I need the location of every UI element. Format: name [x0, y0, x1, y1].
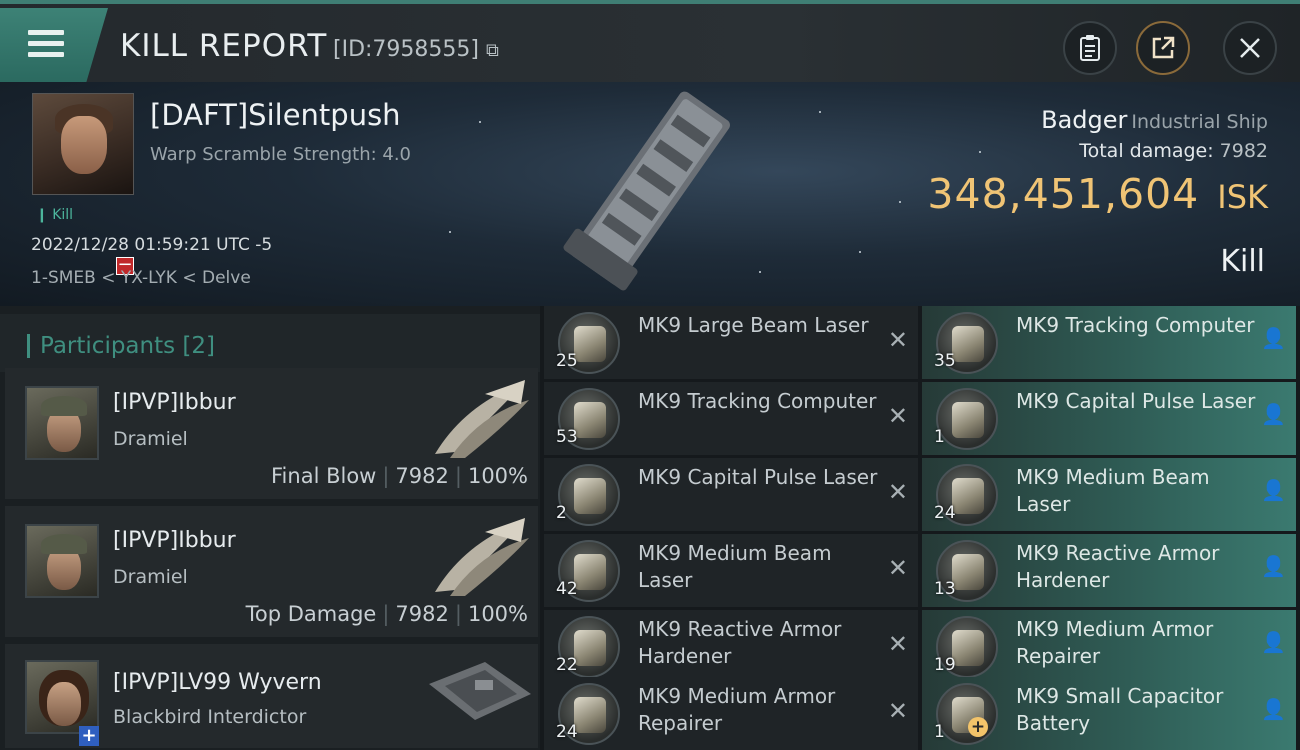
participant-name: [IPVP]LV99 Wyvern: [113, 670, 322, 695]
destroyed-item[interactable]: 24 MK9 Medium Armor Repairer ✕: [544, 677, 918, 750]
destroyed-x-icon: ✕: [887, 630, 908, 658]
kill-location[interactable]: 1-SMEB < YX-LYK < Delve: [31, 268, 251, 288]
participant-ship-image: [429, 662, 531, 720]
victim-ship-image[interactable]: [540, 86, 770, 301]
close-icon: [1240, 38, 1260, 58]
module-icon: [936, 683, 998, 745]
participants-header: Participants [2]: [0, 314, 540, 372]
participants-panel: Participants [2] [IPVP]Ibbur Dramiel Fin…: [0, 306, 540, 750]
item-name: MK9 Capital Pulse Laser: [638, 465, 878, 489]
item-quantity: 1: [934, 427, 945, 447]
person-icon: 👤: [1261, 554, 1286, 578]
item-quantity: 35: [934, 351, 956, 371]
destroyed-x-icon: ✕: [887, 326, 908, 354]
item-name: MK9 Reactive Armor Hardener: [1016, 541, 1220, 592]
dropped-item[interactable]: 1 MK9 Capital Pulse Laser 👤: [922, 382, 1296, 455]
dropped-item[interactable]: 24 MK9 Medium Beam Laser 👤: [922, 458, 1296, 531]
kill-result: Kill: [1220, 244, 1265, 279]
destroyed-item[interactable]: 42 MK9 Medium Beam Laser ✕: [544, 534, 918, 607]
item-name: MK9 Small Capacitor Battery: [1016, 684, 1224, 735]
item-quantity: 42: [556, 579, 578, 599]
dropped-item[interactable]: 13 MK9 Reactive Armor Hardener 👤: [922, 534, 1296, 607]
person-icon: 👤: [1261, 402, 1286, 426]
item-quantity: 24: [556, 722, 578, 742]
victim-ship-name[interactable]: Badger Industrial Ship: [1041, 106, 1268, 134]
participant-avatar[interactable]: [25, 660, 99, 734]
dropped-item[interactable]: + 1 MK9 Small Capacitor Battery 👤: [922, 677, 1296, 750]
item-name: MK9 Medium Armor Repairer: [638, 684, 836, 735]
participant-name: [IPVP]Ibbur: [113, 528, 236, 553]
destroyed-x-icon: ✕: [887, 478, 908, 506]
participant-ship: Blackbird Interdictor: [113, 706, 307, 728]
participant-ship: Dramiel: [113, 428, 188, 450]
destroyed-x-icon: ✕: [887, 554, 908, 582]
victim-name[interactable]: [DAFT]Silentpush: [150, 98, 401, 132]
participant-ship: Dramiel: [113, 566, 188, 588]
item-quantity: 13: [934, 579, 956, 599]
destroyed-x-icon: ✕: [887, 402, 908, 430]
person-icon: 👤: [1261, 630, 1286, 654]
close-button[interactable]: [1223, 21, 1277, 75]
clipboard-button[interactable]: [1063, 21, 1117, 75]
ship-class: Industrial Ship: [1131, 111, 1268, 133]
share-button[interactable]: [1136, 21, 1190, 75]
item-quantity: 24: [934, 503, 956, 523]
item-quantity: 2: [556, 503, 567, 523]
total-damage: Total damage: 7982: [1079, 140, 1268, 162]
item-name: MK9 Medium Beam Laser: [1016, 465, 1210, 516]
destroyed-item[interactable]: 22 MK9 Reactive Armor Hardener ✕: [544, 610, 918, 683]
participant-avatar[interactable]: [25, 386, 99, 460]
fleet-plus-badge: +: [79, 726, 99, 746]
participant-ship-image: [435, 380, 529, 458]
isk-value: 348,451,604 ISK: [927, 170, 1268, 218]
participant-row[interactable]: [IPVP]Ibbur Dramiel Top Damage | 7982 | 100%: [5, 506, 538, 639]
participants-title: Participants [2]: [40, 333, 216, 359]
item-name: MK9 Capital Pulse Laser: [1016, 389, 1256, 413]
copy-icon[interactable]: ⧉: [486, 40, 499, 61]
top-bar: KILL REPORT [ID:7958555] ⧉: [0, 0, 1300, 82]
item-name: MK9 Tracking Computer: [1016, 313, 1255, 337]
item-name: MK9 Medium Armor Repairer: [1016, 617, 1214, 668]
kill-id: [ID:7958555] ⧉: [333, 37, 499, 62]
item-quantity: 19: [934, 655, 956, 675]
item-name: MK9 Tracking Computer: [638, 389, 877, 413]
add-plus-icon: +: [968, 717, 988, 737]
menu-button[interactable]: [0, 8, 108, 82]
victim-portrait[interactable]: [32, 93, 134, 195]
participant-ship-image: [435, 518, 529, 596]
destroyed-item[interactable]: 2 MK9 Capital Pulse Laser ✕: [544, 458, 918, 531]
share-icon: [1152, 36, 1175, 59]
module-icon: [558, 464, 620, 526]
participant-name: [IPVP]Ibbur: [113, 390, 236, 415]
item-quantity: 53: [556, 427, 578, 447]
participant-stats: Top Damage | 7982 | 100%: [245, 602, 528, 626]
person-icon: 👤: [1261, 478, 1286, 502]
warp-scramble-strength: Warp Scramble Strength: 4.0: [150, 144, 412, 165]
kill-tag: ❙ Kill: [36, 207, 74, 223]
dropped-item[interactable]: 35 MK9 Tracking Computer 👤: [922, 306, 1296, 379]
item-name: MK9 Medium Beam Laser: [638, 541, 832, 592]
clipboard-icon: [1080, 35, 1100, 61]
participant-row[interactable]: [IPVP]Ibbur Dramiel Final Blow | 7982 | 100%: [5, 368, 538, 501]
participant-stats: Final Blow | 7982 | 100%: [271, 464, 528, 488]
kill-timestamp: 2022/12/28 01:59:21 UTC -5: [31, 235, 273, 255]
kill-id-text: [ID:7958555]: [333, 37, 479, 62]
item-quantity: 1: [934, 722, 945, 742]
person-icon: 👤: [1261, 697, 1286, 721]
destroyed-item[interactable]: 53 MK9 Tracking Computer ✕: [544, 382, 918, 455]
participant-avatar[interactable]: [25, 524, 99, 598]
module-icon: [936, 388, 998, 450]
item-name: MK9 Reactive Armor Hardener: [638, 617, 842, 668]
item-quantity: 22: [556, 655, 578, 675]
item-quantity: 25: [556, 351, 578, 371]
dropped-item[interactable]: 19 MK9 Medium Armor Repairer 👤: [922, 610, 1296, 683]
destroyed-item[interactable]: 25 MK9 Large Beam Laser ✕: [544, 306, 918, 379]
hamburger-menu-icon: [28, 30, 64, 63]
participant-row[interactable]: + [IPVP]LV99 Wyvern Blackbird Interdicto…: [5, 644, 538, 750]
item-name: MK9 Large Beam Laser: [638, 313, 869, 337]
victim-header: − [DAFT]Silentpush Warp Scramble Strengt…: [0, 82, 1300, 306]
page-title: KILL REPORT: [120, 28, 328, 64]
destroyed-x-icon: ✕: [887, 697, 908, 725]
person-icon: 👤: [1261, 326, 1286, 350]
